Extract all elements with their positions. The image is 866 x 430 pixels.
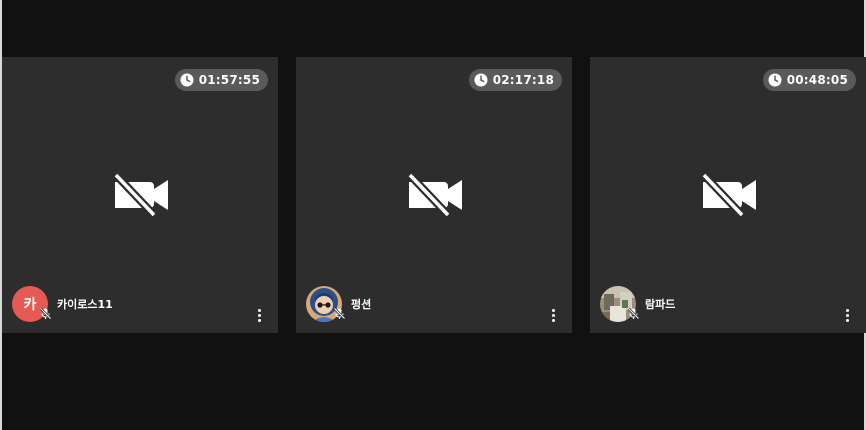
clock-icon <box>768 73 782 87</box>
more-options-icon[interactable] <box>840 306 854 324</box>
elapsed-time: 02:17:18 <box>492 73 554 87</box>
clock-icon <box>180 73 194 87</box>
clock-icon <box>474 73 488 87</box>
more-options-icon[interactable] <box>252 306 266 324</box>
elapsed-time-badge: 00:48:05 <box>762 69 856 91</box>
elapsed-time-badge: 02:17:18 <box>468 69 562 91</box>
participant-name: 카이로스11 <box>57 298 113 311</box>
participant-tile[interactable]: 02:17:18 펑션 <box>296 57 572 333</box>
video-off-icon <box>407 173 462 217</box>
mic-off-icon <box>627 307 640 320</box>
mic-off-icon <box>333 307 346 320</box>
participant-tile[interactable]: 00:48:05 람파드 <box>590 57 866 333</box>
elapsed-time: 00:48:05 <box>786 73 848 87</box>
video-off-icon <box>701 173 756 217</box>
mic-off-icon <box>39 307 52 320</box>
participant-name: 람파드 <box>645 298 676 311</box>
video-off-icon <box>113 173 168 217</box>
more-options-icon[interactable] <box>546 306 560 324</box>
avatar-initial: 카 <box>23 297 37 313</box>
elapsed-time-badge: 01:57:55 <box>174 69 268 91</box>
participant-tile[interactable]: 01:57:55 카 카이로스11 <box>2 57 278 333</box>
participant-name: 펑션 <box>351 298 372 311</box>
elapsed-time: 01:57:55 <box>198 73 260 87</box>
